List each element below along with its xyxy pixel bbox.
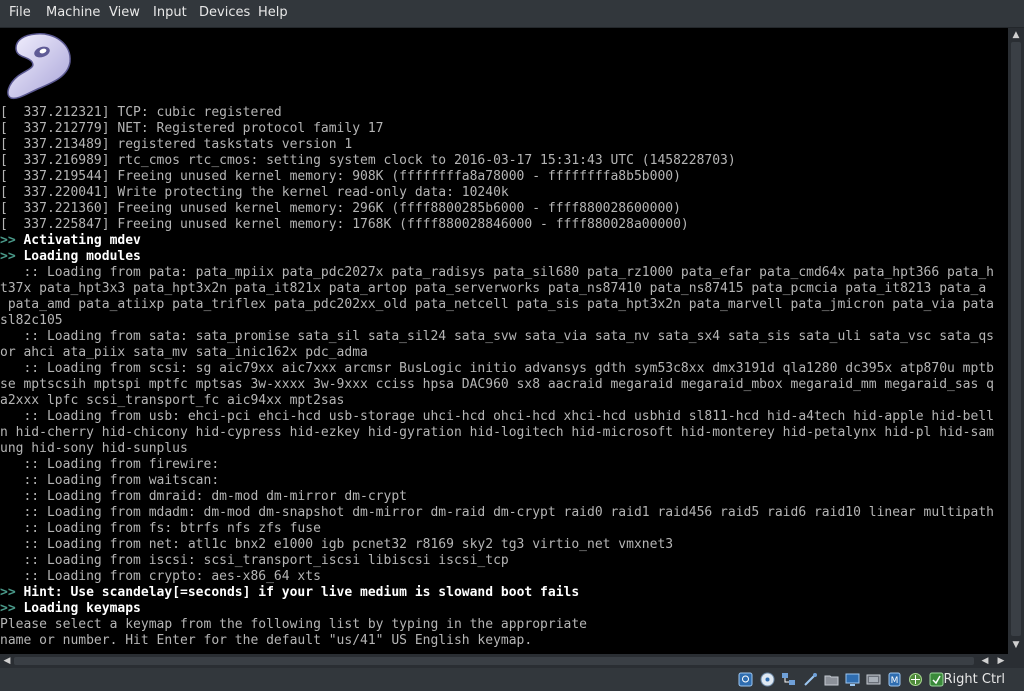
console-line: :: Loading from net: atl1c bnx2 e1000 ig… [0, 537, 674, 552]
console-line: [ 337.225847] Freeing unused kernel memo… [0, 217, 689, 232]
scroll-left-icon-2[interactable]: ◀ [979, 656, 991, 666]
console-step-line: >> Loading keymaps [0, 601, 141, 616]
host-key-label: Right Ctrl [943, 672, 1006, 687]
console-output: [ 337.212321] TCP: cubic registered[ 337… [0, 105, 994, 649]
menu-help[interactable]: Help [258, 5, 288, 20]
gentoo-logo-icon [7, 33, 71, 100]
usb-icon[interactable] [803, 672, 818, 687]
console-line: :: Loading from crypto: aes-x86_64 xts [0, 569, 321, 584]
svg-text:M: M [891, 676, 899, 686]
network-icon[interactable] [781, 672, 796, 687]
console-line: :: Loading from scsi: sg aic79xx aic7xxx… [0, 361, 994, 376]
console-line: n hid-cherry hid-chicony hid-cypress hid… [0, 425, 994, 440]
console-line: ung hid-sony hid-sunplus [0, 441, 188, 456]
console-line: [ 337.212779] NET: Registered protocol f… [0, 121, 384, 136]
vertical-scroll-thumb[interactable] [1011, 42, 1021, 636]
console-line: [ 337.219544] Freeing unused kernel memo… [0, 169, 681, 184]
menu-devices[interactable]: Devices [199, 5, 250, 20]
scroll-up-icon[interactable]: ▲ [1008, 30, 1024, 40]
menu-input[interactable]: Input [153, 5, 187, 20]
scroll-left-icon[interactable]: ◀ [1, 656, 13, 666]
console-line: name or number. Hit Enter for the defaul… [0, 633, 533, 648]
status-bar: M Right Ctrl [0, 668, 1024, 691]
console-line: :: Loading from firewire: [0, 457, 220, 472]
menu-machine[interactable]: Machine [46, 5, 100, 20]
console-line: [ 337.220041] Write protecting the kerne… [0, 185, 509, 200]
console-line: pata_amd pata_atiixp pata_triflex pata_p… [0, 297, 994, 312]
console-line: [ 337.221360] Freeing unused kernel memo… [0, 201, 681, 216]
console-step-line: >> Activating mdev [0, 233, 141, 248]
hard-disk-icon[interactable] [738, 672, 753, 687]
scroll-down-icon[interactable]: ▼ [1008, 640, 1024, 650]
console-line: :: Loading from pata: pata_mpiix pata_pd… [0, 265, 994, 280]
console-line: :: Loading from sata: sata_promise sata_… [0, 329, 994, 344]
console-line: se mptscsih mptspi mptfc mptsas 3w-xxxx … [0, 377, 994, 392]
console-line: Please select a keymap from the followin… [0, 617, 587, 632]
console-line: :: Loading from waitscan: [0, 473, 220, 488]
menu-bar: File Machine View Input Devices Help [0, 0, 1024, 28]
step-arrow-icon: >> [0, 601, 16, 616]
console-line: or ahci ata_piix sata_mv sata_inic162x p… [0, 345, 368, 360]
video-capture-icon[interactable] [866, 672, 881, 687]
console-step-line: >> Hint: Use scandelay[=seconds] if your… [0, 585, 580, 600]
console-line: a2xxx lpfc scsi_transport_fc aic94xx mpt… [0, 393, 345, 408]
horizontal-scroll-thumb[interactable] [14, 657, 974, 665]
scroll-right-icon[interactable]: ▶ [995, 656, 1007, 666]
display-icon[interactable] [845, 672, 860, 687]
mouse-integration-icon[interactable]: M [887, 672, 902, 687]
cpu-icon[interactable] [908, 672, 923, 687]
step-arrow-icon: >> [0, 233, 16, 248]
console-line: :: Loading from fs: btrfs nfs zfs fuse [0, 521, 321, 536]
menu-view[interactable]: View [109, 5, 140, 20]
console-line: :: Loading from dmraid: dm-mod dm-mirror… [0, 489, 407, 504]
shared-folders-icon[interactable] [824, 672, 839, 687]
vertical-scrollbar[interactable]: ▲ ▼ [1008, 28, 1024, 654]
console-line: [ 337.212321] TCP: cubic registered [0, 105, 282, 120]
console-line: [ 337.216989] rtc_cmos rtc_cmos: setting… [0, 153, 736, 168]
console-line: sl82c105 [0, 313, 63, 328]
console-step-line: >> Loading modules [0, 249, 141, 264]
keyboard-capture-icon[interactable] [929, 672, 944, 687]
step-arrow-icon: >> [0, 249, 16, 264]
optical-drive-icon[interactable] [760, 672, 775, 687]
menu-file[interactable]: File [9, 5, 31, 20]
console-line: :: Loading from mdadm: dm-mod dm-snapsho… [0, 505, 994, 520]
step-arrow-icon: >> [0, 585, 16, 600]
console-line: :: Loading from usb: ehci-pci ehci-hcd u… [0, 409, 994, 424]
console-line: :: Loading from iscsi: scsi_transport_is… [0, 553, 509, 568]
console-line: t37x pata_hpt3x3 pata_hpt3x2n pata_it821… [0, 281, 987, 296]
console-line: [ 337.213489] registered taskstats versi… [0, 137, 353, 152]
horizontal-scrollbar[interactable]: ◀ ◀ ▶ [0, 654, 1024, 668]
vm-console-screen[interactable]: [ 337.212321] TCP: cubic registered[ 337… [0, 28, 1008, 654]
